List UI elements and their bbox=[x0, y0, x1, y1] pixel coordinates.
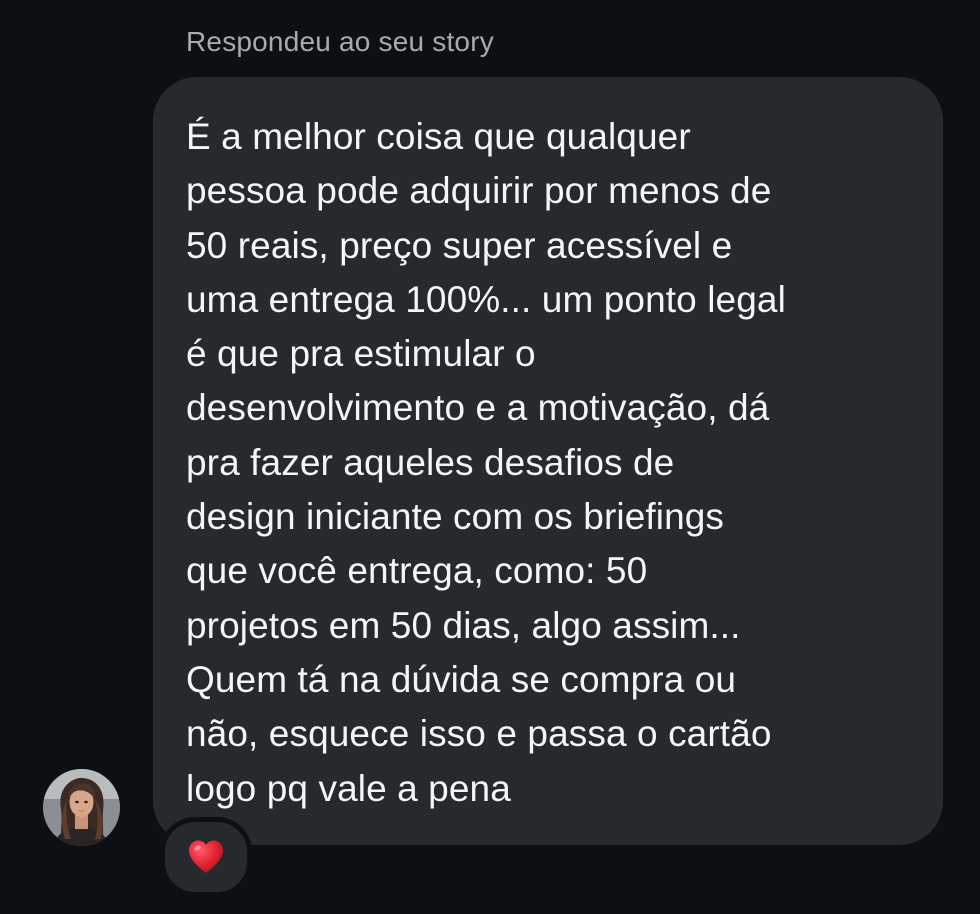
message-line: projetos em 50 dias, algo assim... bbox=[186, 604, 741, 646]
message-line: uma entrega 100%... um ponto legal bbox=[186, 278, 786, 320]
message-line: não, esquece isso e passa o cartão bbox=[186, 713, 772, 755]
message-line: É a melhor coisa que qualquer bbox=[186, 116, 691, 157]
sender-avatar[interactable] bbox=[43, 769, 120, 846]
message-line: desenvolvimento e a motivação, dá bbox=[186, 387, 770, 429]
red-heart-icon bbox=[189, 840, 223, 873]
message-line: 50 reais, preço super acessível e bbox=[186, 224, 733, 266]
reaction-badge[interactable] bbox=[160, 817, 252, 897]
message-text: É a melhor coisa que qualquer pessoa pod… bbox=[186, 110, 926, 816]
user-avatar-photo-icon bbox=[43, 769, 120, 846]
message-line: pessoa pode adquirir por menos de bbox=[186, 170, 772, 212]
message-line: design iniciante com os briefings bbox=[186, 496, 725, 538]
message-line: logo pq vale a pena bbox=[186, 767, 511, 809]
message-line: que você entrega, como: 50 bbox=[186, 550, 648, 592]
message-line: Quem tá na dúvida se compra ou bbox=[186, 658, 737, 700]
reply-context-label: Respondeu ao seu story bbox=[186, 26, 494, 57]
message-line: pra fazer aqueles desafios de bbox=[186, 441, 675, 483]
message-line: é que pra estimular o bbox=[186, 333, 536, 375]
